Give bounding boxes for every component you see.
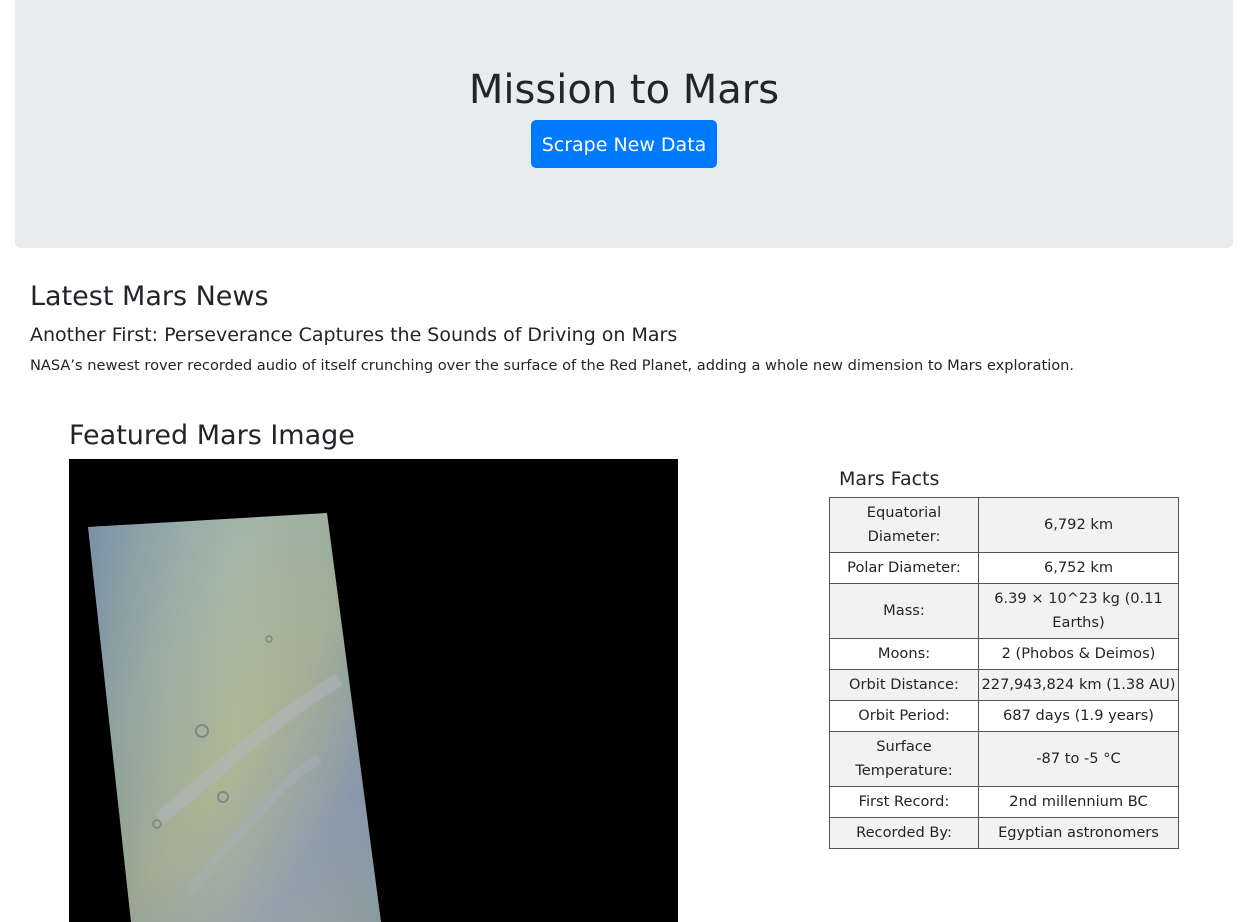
header-jumbotron: Mission to Mars Scrape New Data: [15, 0, 1233, 248]
fact-value: 6.39 × 10^23 kg (0.11 Earths): [978, 583, 1179, 639]
page-title: Mission to Mars: [468, 67, 780, 113]
table-row: Orbit Period: 687 days (1.9 years): [829, 700, 1179, 732]
fact-value: 6,752 km: [978, 552, 1179, 584]
fact-label: Orbit Distance:: [829, 669, 979, 701]
table-row: First Record: 2nd millennium BC: [829, 786, 1179, 818]
table-row: Polar Diameter: 6,752 km: [829, 552, 1179, 584]
latest-news-heading: Latest Mars News: [30, 281, 269, 312]
table-row: Mass: 6.39 × 10^23 kg (0.11 Earths): [829, 583, 1179, 639]
fact-label: Moons:: [829, 638, 979, 670]
fact-label: Polar Diameter:: [829, 552, 979, 584]
fact-value: 687 days (1.9 years): [978, 700, 1179, 732]
news-title: Another First: Perseverance Captures the…: [30, 324, 678, 346]
news-paragraph: NASA’s newest rover recorded audio of it…: [30, 357, 1075, 374]
mars-surface-image: [88, 513, 381, 922]
fact-value: 2 (Phobos & Deimos): [978, 638, 1179, 670]
fact-label: Recorded By:: [829, 817, 979, 849]
fact-value: 2nd millennium BC: [978, 786, 1179, 818]
fact-value: Egyptian astronomers: [978, 817, 1179, 849]
table-row: Recorded By: Egyptian astronomers: [829, 817, 1179, 849]
featured-image-heading: Featured Mars Image: [69, 420, 355, 451]
fact-label: Surface Temperature:: [829, 731, 979, 787]
fact-label: Equatorial Diameter:: [829, 497, 979, 553]
mars-facts-table: Equatorial Diameter: 6,792 km Polar Diam…: [829, 497, 1179, 849]
scrape-new-data-button[interactable]: Scrape New Data: [531, 120, 717, 168]
featured-mars-image: [69, 459, 678, 922]
fact-label: Orbit Period:: [829, 700, 979, 732]
table-row: Surface Temperature: -87 to -5 °C: [829, 731, 1179, 787]
table-row: Moons: 2 (Phobos & Deimos): [829, 638, 1179, 670]
fact-label: First Record:: [829, 786, 979, 818]
table-row: Equatorial Diameter: 6,792 km: [829, 497, 1179, 553]
table-row: Orbit Distance: 227,943,824 km (1.38 AU): [829, 669, 1179, 701]
fact-value: 227,943,824 km (1.38 AU): [978, 669, 1179, 701]
mars-facts-heading: Mars Facts: [839, 468, 940, 490]
fact-label: Mass:: [829, 583, 979, 639]
fact-value: -87 to -5 °C: [978, 731, 1179, 787]
fact-value: 6,792 km: [978, 497, 1179, 553]
